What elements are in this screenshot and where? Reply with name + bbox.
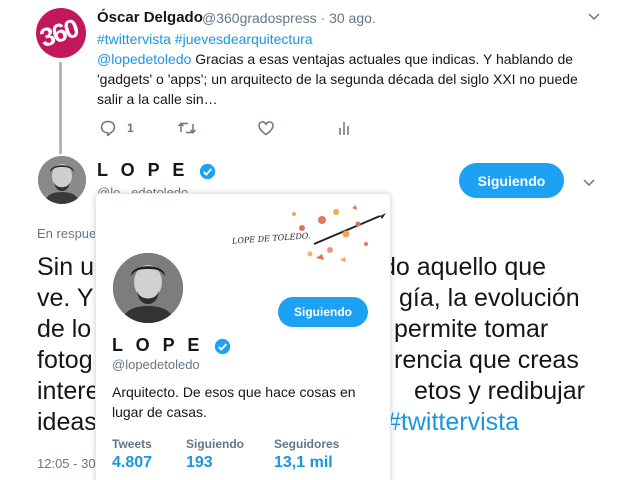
stat-value: 13,1 mil [274,454,333,471]
stat-followers[interactable]: Seguidores 13,1 mil [274,437,339,472]
author-handle: @360gradospress [202,10,317,26]
author-name-text: L O P E [97,160,189,180]
tweet-actions: 1 [97,118,397,138]
thread-connector-line [59,62,62,154]
text-fragment-right: do aquello que [382,253,547,281]
stat-label: Tweets [112,437,152,451]
heart-icon [258,121,274,136]
analytics-icon [339,122,349,135]
author-handle-date[interactable]: @360gradospress · 30 ago. [202,10,376,26]
text-fragment-left: intere [37,377,100,405]
following-button[interactable]: Siguiendo [459,163,564,198]
analytics-button[interactable] [338,118,352,138]
stat-value: 4.807 [112,454,153,471]
tweet-text: @lopedetoledo Gracias a esas ventajas ac… [97,49,592,109]
card-following-button[interactable]: Siguiendo [278,297,368,327]
author-name[interactable]: Óscar Delgado [97,9,203,26]
text-fragment-left: Sin u [37,253,94,281]
reply-context: En respue [37,226,97,241]
avatar-photo [38,156,86,204]
reply-button[interactable]: 1 [99,118,134,138]
text-fragment-left: fotog [37,346,93,374]
author-name-lope[interactable]: L O P E [97,160,216,181]
stat-label: Siguiendo [186,437,244,451]
separator-dot: · [320,10,326,26]
card-bio: Arquitecto. De esos que hace cosas en lu… [112,384,356,420]
tweet-date: 30 ago. [329,10,376,26]
like-button[interactable] [257,118,275,138]
text-fragment-left: ve. Y [37,284,94,312]
avatar-logo-text: 360 [36,12,81,54]
card-name[interactable]: L O P E [112,335,231,356]
stat-label: Seguidores [274,437,340,451]
chevron-down-icon[interactable] [583,176,595,188]
reply-count: 1 [127,121,134,135]
tweet-timestamp[interactable]: 12:05 - 30 [37,456,96,471]
verified-badge-icon [200,163,216,179]
card-handle[interactable]: @lopedetoledo [112,357,200,372]
card-avatar[interactable] [110,250,186,326]
card-avatar-photo [113,253,183,323]
stat-following[interactable]: Siguiendo 193 [186,437,244,472]
profile-hover-card: LOPE DE TOLEDO. Siguiendo L O P E @loped… [95,193,391,480]
retweet-icon [177,122,197,134]
text-fragment-right: etos y redibujar [414,377,585,405]
text-fragment-left: ideas [37,408,97,436]
verified-badge-icon [215,338,231,354]
chevron-down-icon[interactable] [588,10,600,22]
mention-link[interactable]: @lopedetoledo [97,51,191,67]
stat-value: 193 [186,454,213,471]
retweet-button[interactable] [177,118,197,138]
stat-tweets[interactable]: Tweets 4.807 [112,437,152,472]
hashtag-link[interactable]: #twittervista [387,407,519,438]
reply-icon [100,120,116,137]
avatar-360gradospress[interactable]: 360 [36,8,86,58]
text-fragment-right: rencia que creas [394,346,579,374]
text-fragment-right: gía, la evolución [399,284,580,312]
text-fragment-left: de lo [37,315,92,343]
card-name-text: L O P E [112,335,204,355]
tweet-hashtags[interactable]: #twittervista #juevesdearquitectura [97,31,313,47]
avatar-lopedetoledo[interactable] [38,156,86,204]
text-fragment-right: permite tomar [394,315,549,343]
